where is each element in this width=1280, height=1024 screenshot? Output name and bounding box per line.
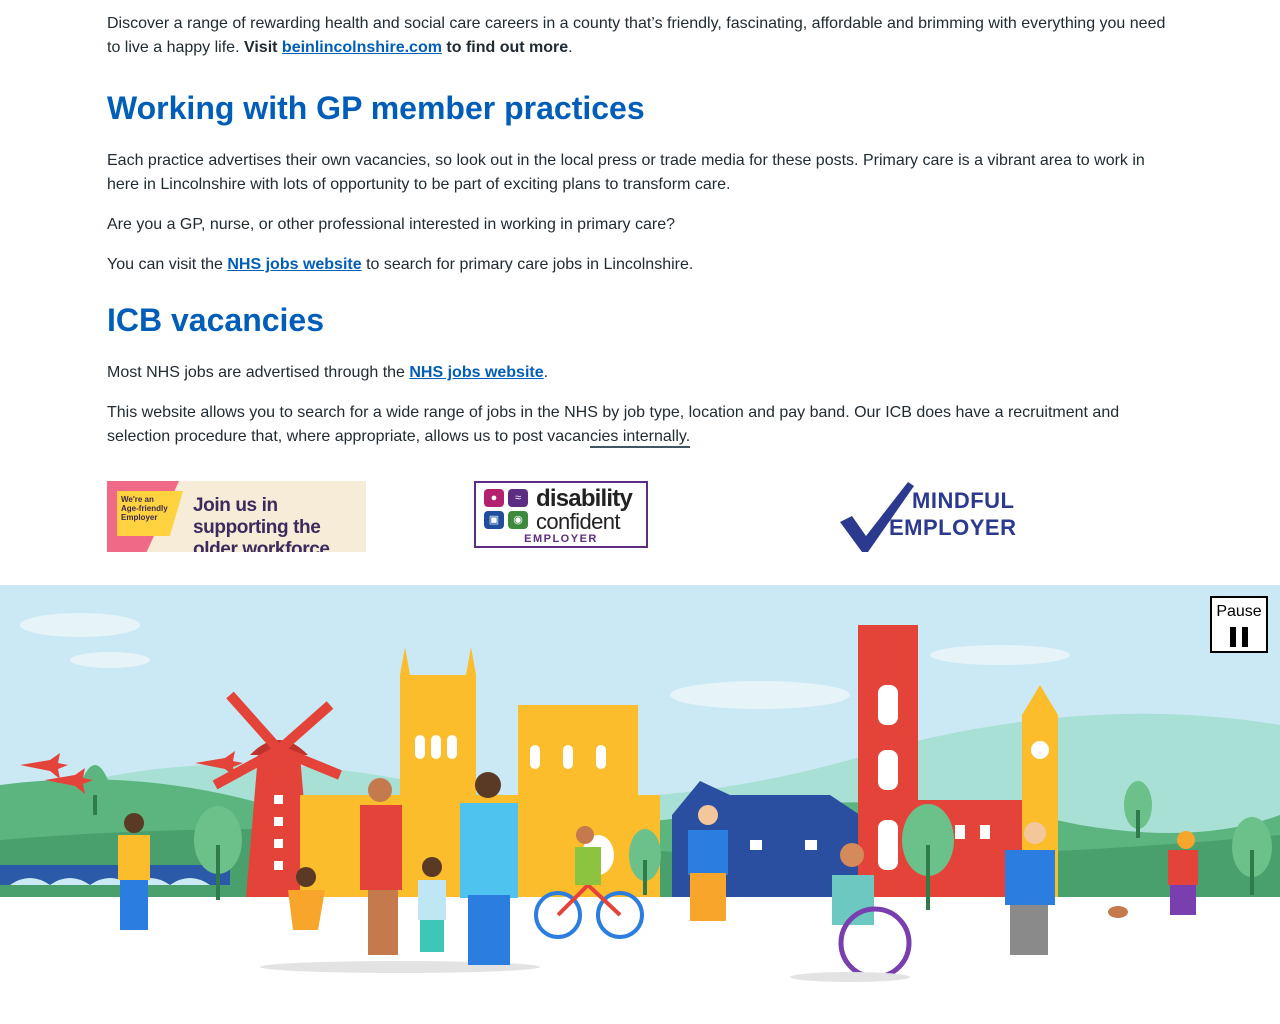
pause-icon: [1230, 627, 1248, 647]
intro-end: .: [568, 39, 573, 56]
handshake-icon: ≈: [508, 489, 528, 507]
gp-paragraph-1: Each practice advertises their own vacan…: [107, 152, 1145, 193]
mindful-employer-logo: MINDFUL EMPLOYER: [838, 478, 1028, 556]
icb-section-heading: ICB vacancies: [107, 302, 325, 338]
nhs-jobs-link-icb[interactable]: NHS jobs website: [409, 364, 543, 381]
people-icon: ●: [484, 489, 504, 507]
section-divider: [590, 446, 690, 448]
pause-button-label: Pause: [1216, 603, 1262, 620]
lincolnshire-illustration-banner: [0, 585, 1280, 1024]
age-friendly-small-text: We're an Age-friendly Employer: [121, 495, 168, 522]
mindful-word: MINDFUL: [912, 488, 1015, 513]
intro-find-out-more-text: to find out more: [441, 39, 569, 56]
disability-confident-logo: ● ≈ ▣ ◉ disability confident EMPLOYER: [474, 481, 648, 548]
intro-visit-text: Visit: [243, 39, 282, 56]
confident-word: confident: [536, 509, 620, 534]
employer-word-mindful: EMPLOYER: [889, 515, 1017, 540]
gp-paragraph-2: Are you a GP, nurse, or other profession…: [107, 216, 675, 233]
speech-icon: ◉: [508, 511, 528, 529]
main-content: Discover a range of rewarding health and…: [107, 12, 1173, 449]
padlock-icon: ▣: [484, 511, 504, 529]
nhs-jobs-link-gp[interactable]: NHS jobs website: [227, 256, 361, 273]
gp-section-heading: Working with GP member practices: [107, 90, 645, 126]
icb-para1-text: Most NHS jobs are advertised through the: [107, 364, 410, 381]
icb-paragraph-1: Most NHS jobs are advertised through the…: [107, 361, 1173, 385]
intro-paragraph: Discover a range of rewarding health and…: [107, 12, 1173, 60]
employer-word: EMPLOYER: [524, 533, 598, 545]
beinlincolnshire-link[interactable]: beinlincolnshire.com: [282, 39, 442, 56]
carousel-pause-button[interactable]: Pause: [1210, 596, 1268, 653]
gp-paragraph-3: You can visit the NHS jobs website to se…: [107, 253, 1173, 277]
icb-paragraph-2: This website allows you to search for a …: [107, 404, 1120, 445]
gp-para3-text: You can visit the: [107, 256, 228, 273]
disability-confident-icons: ● ≈ ▣ ◉: [484, 489, 530, 531]
gp-para3-text-after: to search for primary care jobs in Linco…: [361, 256, 694, 273]
age-friendly-employer-logo: We're an Age-friendly Employer Join us i…: [107, 481, 366, 552]
age-friendly-main-text: Join us in supporting the older workforc…: [193, 495, 330, 552]
icb-para1-end: .: [543, 364, 549, 381]
